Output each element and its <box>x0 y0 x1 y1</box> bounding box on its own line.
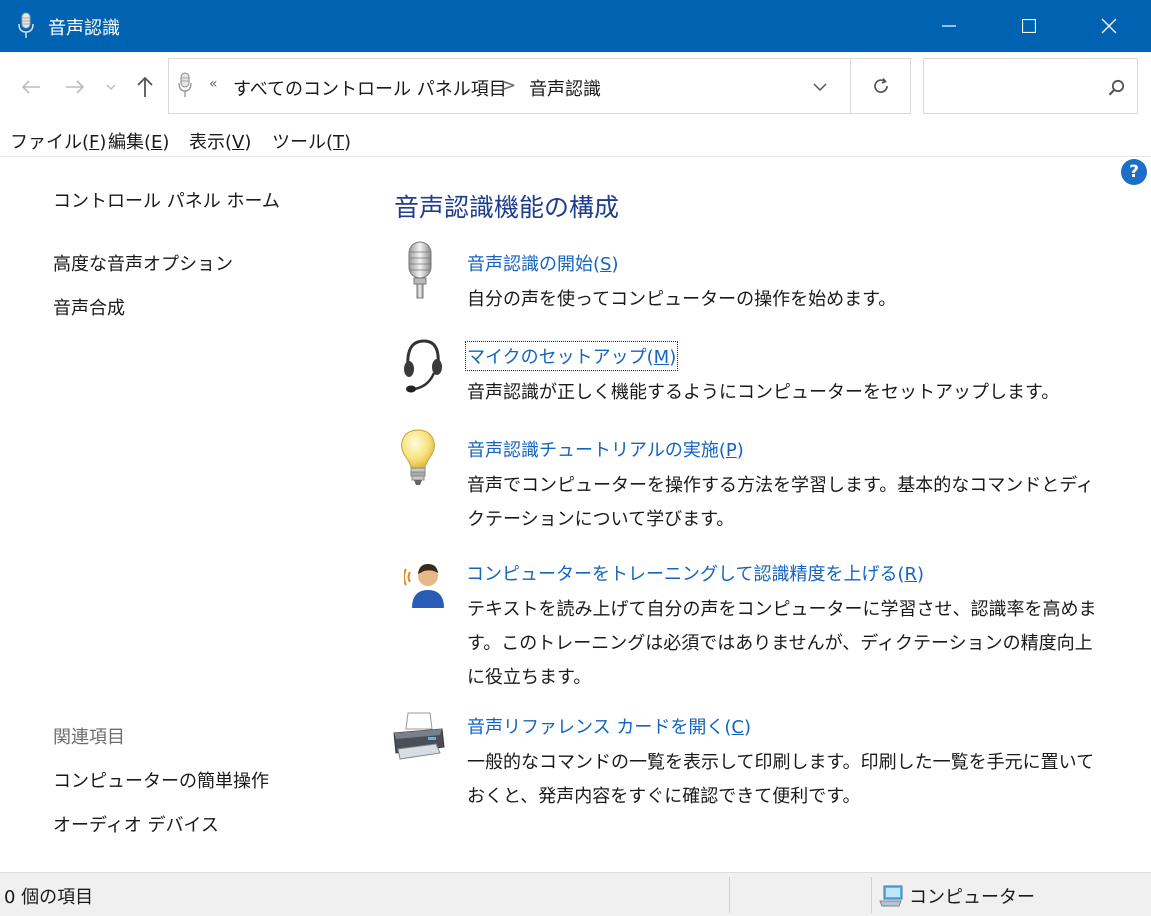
microphone-icon <box>408 241 432 299</box>
menu-edit[interactable]: 編集(E) <box>108 128 169 154</box>
overflow-marker[interactable]: « <box>209 76 218 92</box>
headset-icon <box>404 339 442 393</box>
status-divider <box>871 877 872 913</box>
search-box[interactable] <box>923 58 1138 114</box>
microphone-setup-link[interactable]: マイクのセットアップ(M) <box>464 341 679 371</box>
start-speech-recognition-link[interactable]: 音声認識の開始(S) <box>467 250 619 276</box>
close-icon <box>1101 18 1117 34</box>
related-heading: 関連項目 <box>53 727 125 748</box>
ease-of-access-link[interactable]: コンピューターの簡単操作 <box>53 767 269 793</box>
reference-card-link[interactable]: 音声リファレンス カードを開く(C) <box>467 713 751 739</box>
menu-bar: ファイル(F) 編集(E) 表示(V) ツール(T) <box>0 122 1151 156</box>
menu-tools[interactable]: ツール(T) <box>272 128 351 154</box>
speech-tutorial-link[interactable]: 音声認識チュートリアルの実施(P) <box>467 436 744 462</box>
train-computer-link[interactable]: コンピューターをトレーニングして認識精度を上げる(R) <box>466 560 924 586</box>
lightbulb-icon <box>401 429 435 485</box>
search-icon[interactable] <box>1108 79 1126 97</box>
computer-icon <box>879 885 903 907</box>
refresh-icon <box>873 77 888 93</box>
status-bar: 0 個の項目 コンピューター <box>0 872 1151 916</box>
task-description: テキストを読み上げて自分の声をコンピューターに学習させ、認識率を高めます。このト… <box>467 599 1097 688</box>
recent-locations-button[interactable] <box>103 72 119 102</box>
help-icon: ? <box>1129 162 1139 182</box>
printer-icon <box>393 712 445 760</box>
task-description: 音声でコンピューターを操作する方法を学習します。基本的なコマンドとディクテーショ… <box>467 475 1094 530</box>
status-divider <box>729 877 730 913</box>
chevron-down-icon <box>106 84 116 90</box>
arrow-up-icon <box>137 76 153 97</box>
task-description: 自分の声を使ってコンピューターの操作を始めます。 <box>467 289 897 310</box>
user-speaking-icon <box>404 564 444 608</box>
audio-devices-link[interactable]: オーディオ デバイス <box>53 811 219 837</box>
task-description: 音声認識が正しく機能するようにコンピューターをセットアップします。 <box>467 382 1060 403</box>
back-button[interactable] <box>18 72 44 102</box>
microphone-icon <box>18 12 34 38</box>
up-button[interactable] <box>133 72 157 102</box>
maximize-icon <box>1022 19 1036 33</box>
minimize-button[interactable] <box>909 0 989 52</box>
menu-file[interactable]: ファイル(F) <box>10 128 106 154</box>
breadcrumb-all-items[interactable]: すべてのコントロール パネル項目 <box>233 75 507 101</box>
close-button[interactable] <box>1069 0 1149 52</box>
breadcrumb-current[interactable]: 音声認識 <box>529 75 601 101</box>
text-to-speech-link[interactable]: 音声合成 <box>53 294 125 320</box>
item-count: 0 個の項目 <box>4 887 94 908</box>
arrow-right-icon <box>66 80 85 94</box>
maximize-button[interactable] <box>989 0 1069 52</box>
arrow-left-icon <box>21 80 40 94</box>
status-location-label: コンピューター <box>909 887 1035 908</box>
forward-button[interactable] <box>62 72 88 102</box>
menu-divider <box>0 156 1151 157</box>
help-button[interactable]: ? <box>1121 159 1147 185</box>
refresh-button[interactable] <box>850 58 911 114</box>
page-title: 音声認識機能の構成 <box>394 193 620 222</box>
status-location: コンピューター <box>879 883 1035 909</box>
menu-view[interactable]: 表示(V) <box>189 128 251 154</box>
search-input[interactable] <box>932 73 1102 99</box>
microphone-icon <box>178 72 192 97</box>
address-bar[interactable]: « すべてのコントロール パネル項目 > 音声認識 <box>168 58 851 114</box>
breadcrumb-separator: > <box>501 75 517 96</box>
window-title: 音声認識 <box>48 18 120 39</box>
title-bar: 音声認識 <box>0 0 1151 52</box>
minimize-icon <box>942 25 956 27</box>
chevron-down-icon[interactable] <box>813 82 827 92</box>
control-panel-home-link[interactable]: コントロール パネル ホーム <box>53 187 280 213</box>
advanced-speech-options-link[interactable]: 高度な音声オプション <box>53 250 233 276</box>
task-description: 一般的なコマンドの一覧を表示して印刷します。印刷した一覧を手元に置いておくと、発… <box>467 752 1095 807</box>
